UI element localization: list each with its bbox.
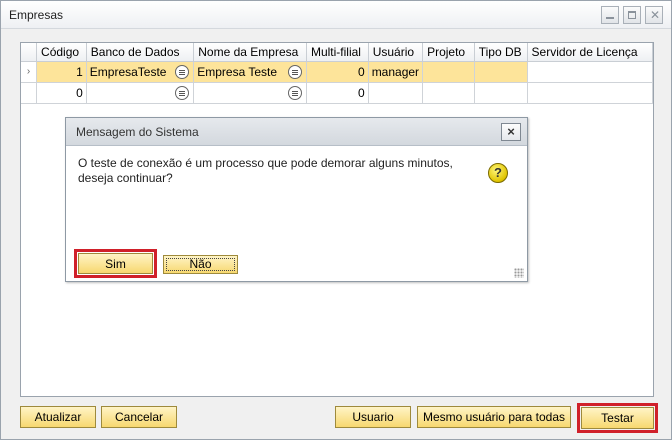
table-row[interactable]: 0 0 [21,82,654,104]
lookup-icon[interactable] [175,85,190,100]
cell-multi[interactable]: 0 [306,82,369,104]
close-button[interactable]: ✕ [645,6,663,24]
col-header-codigo[interactable]: Código [36,43,87,62]
row-header-corner [21,43,38,62]
cell-codigo[interactable]: 0 [36,82,87,104]
mesmo-usuario-button[interactable]: Mesmo usuário para todas [417,406,571,428]
atualizar-button[interactable]: Atualizar [20,406,96,428]
cell-usuario[interactable]: manager [368,61,424,83]
dialog-message: O teste de conexão é um processo que pod… [78,156,453,185]
focus-rect [166,258,235,271]
row-marker[interactable] [21,82,38,104]
cell-banco[interactable] [86,82,195,104]
cell-nome[interactable] [193,82,307,104]
maximize-icon [628,11,636,19]
cell-projeto[interactable] [422,61,475,83]
lookup-icon[interactable] [287,64,302,79]
cell-nome[interactable]: Empresa Teste [193,61,307,83]
cell-tipo[interactable] [474,61,528,83]
cell-nome-text: Empresa Teste [197,64,278,79]
lookup-icon[interactable] [287,85,302,100]
dialog-title: Mensagem do Sistema [76,125,199,139]
title-bar: Empresas ✕ [1,1,671,29]
cell-servidor[interactable] [527,61,654,83]
col-header-multi[interactable]: Multi-filial [306,43,369,62]
grid-header: Código Banco de Dados Nome da Empresa Mu… [21,43,654,62]
question-icon: ? [488,163,508,183]
col-header-usuario[interactable]: Usuário [368,43,424,62]
cell-usuario[interactable] [368,82,424,104]
cell-projeto[interactable] [422,82,475,104]
nao-button[interactable]: Não [163,255,238,274]
cancelar-button[interactable]: Cancelar [101,406,177,428]
col-header-banco[interactable]: Banco de Dados [86,43,195,62]
dialog-close-button[interactable]: × [501,123,521,141]
usuario-button[interactable]: Usuario [335,406,411,428]
minimize-icon [606,17,614,19]
maximize-button[interactable] [623,6,641,24]
sim-button[interactable]: Sim [78,253,153,274]
testar-button[interactable]: Testar [581,407,654,429]
cell-servidor[interactable] [527,82,654,104]
dialog-title-bar: Mensagem do Sistema × [66,118,527,146]
col-header-nome[interactable]: Nome da Empresa [193,43,307,62]
cell-banco[interactable]: EmpresaTeste [86,61,195,83]
minimize-button[interactable] [601,6,619,24]
cell-multi[interactable]: 0 [306,61,369,83]
cell-tipo[interactable] [474,82,528,104]
empresas-window: Empresas ✕ Código Banco de Dados Nome da… [0,0,672,440]
row-marker[interactable]: › [21,61,38,83]
col-header-tipo[interactable]: Tipo DB [474,43,528,62]
cell-banco-text: EmpresaTeste [89,64,167,79]
table-row[interactable]: › 1 EmpresaTeste Empresa Teste 0 manager [21,61,654,83]
cell-codigo[interactable]: 1 [36,61,87,83]
window-title: Empresas [9,8,64,22]
col-header-servidor[interactable]: Servidor de Licença [527,43,654,62]
col-header-projeto[interactable]: Projeto [422,43,475,62]
system-message-dialog: Mensagem do Sistema × O teste de conexão… [65,117,528,282]
lookup-icon[interactable] [175,64,190,79]
close-icon: × [507,124,515,139]
close-icon: ✕ [650,8,661,22]
resize-grip-icon[interactable] [514,268,524,278]
